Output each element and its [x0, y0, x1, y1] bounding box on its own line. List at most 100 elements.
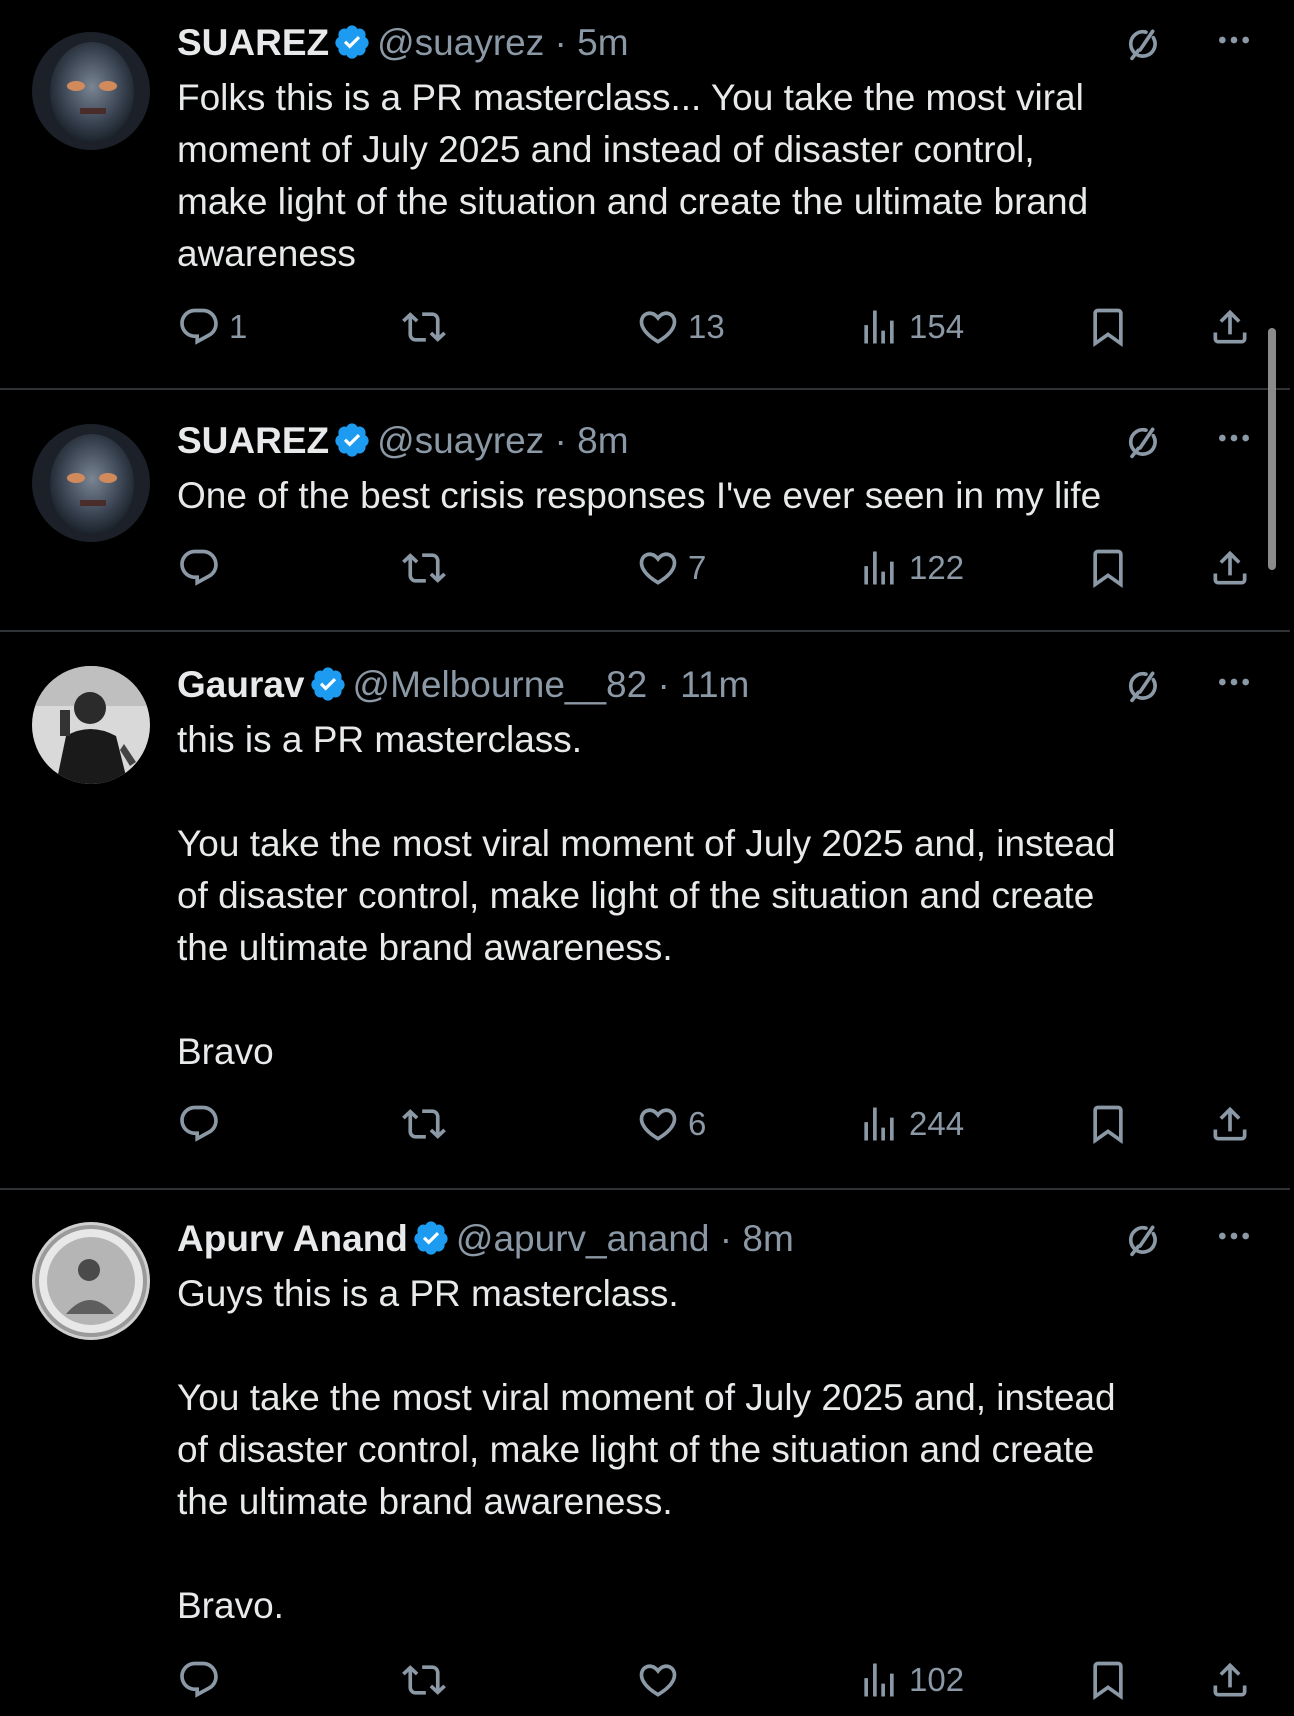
- action-bar: 6 244: [177, 1099, 1257, 1149]
- bookmark-button[interactable]: [1086, 1099, 1130, 1149]
- retweet-button[interactable]: [402, 1655, 454, 1705]
- tweet[interactable]: Apurv Anand @apurv_anand · 8m Guys this i…: [0, 1190, 1294, 1716]
- tweet-header: Apurv Anand @apurv_anand · 8m: [177, 1216, 1254, 1262]
- share-button[interactable]: [1208, 1655, 1252, 1705]
- grok-icon[interactable]: [1124, 1220, 1164, 1260]
- separator: ·: [657, 664, 670, 705]
- views-icon: [857, 1658, 901, 1702]
- avatar-apurv-anand[interactable]: [32, 1222, 150, 1340]
- tweet[interactable]: SUAREZ @suayrez · 5m Folks this is a PR m…: [0, 0, 1294, 388]
- bookmark-icon: [1086, 546, 1130, 590]
- avatar-gaurav[interactable]: [32, 666, 150, 784]
- display-name[interactable]: Apurv Anand: [177, 1218, 408, 1259]
- retweet-button[interactable]: [402, 1099, 454, 1149]
- bookmark-icon: [1086, 305, 1130, 349]
- more-icon[interactable]: [1214, 1216, 1254, 1256]
- grok-icon[interactable]: [1124, 666, 1164, 706]
- like-button[interactable]: [636, 1655, 688, 1705]
- reply-button[interactable]: [177, 1655, 229, 1705]
- views-icon: [857, 546, 901, 590]
- reply-count: 1: [229, 308, 248, 345]
- view-count: 122: [909, 549, 965, 586]
- retweet-icon: [402, 546, 446, 590]
- timestamp[interactable]: 5m: [577, 22, 628, 63]
- heart-icon: [636, 1658, 680, 1702]
- timestamp[interactable]: 8m: [577, 420, 628, 461]
- display-name[interactable]: Gaurav: [177, 664, 305, 705]
- display-name[interactable]: SUAREZ: [177, 420, 329, 461]
- reply-button[interactable]: 1: [177, 302, 247, 352]
- share-button[interactable]: [1208, 1099, 1252, 1149]
- retweet-icon: [402, 1658, 446, 1702]
- separator: ·: [554, 420, 567, 461]
- timestamp[interactable]: 11m: [680, 664, 749, 705]
- reply-button[interactable]: [177, 543, 229, 593]
- action-bar: 7 122: [177, 543, 1257, 593]
- separator: ·: [554, 22, 567, 63]
- share-icon: [1208, 1658, 1252, 1702]
- verified-badge-icon: [333, 421, 371, 459]
- share-icon: [1208, 305, 1252, 349]
- reply-button[interactable]: [177, 1099, 229, 1149]
- handle[interactable]: @suayrez: [377, 22, 544, 63]
- share-icon: [1208, 546, 1252, 590]
- reply-icon: [177, 305, 221, 349]
- views-button[interactable]: 122: [857, 543, 964, 593]
- handle[interactable]: @apurv_anand: [456, 1218, 710, 1259]
- views-button[interactable]: 154: [857, 302, 964, 352]
- timestamp[interactable]: 8m: [742, 1218, 793, 1259]
- views-icon: [857, 1102, 901, 1146]
- reply-icon: [177, 546, 221, 590]
- avatar-suarez[interactable]: [32, 424, 150, 542]
- tweet-text: Guys this is a PR masterclass. You take …: [177, 1273, 1116, 1626]
- like-button[interactable]: 7: [636, 543, 706, 593]
- handle[interactable]: @Melbourne__82: [353, 664, 648, 705]
- tweet[interactable]: SUAREZ @suayrez · 8m One of the best cris…: [0, 390, 1294, 630]
- tweet[interactable]: Gaurav @Melbourne__82 · 11m this is a PR …: [0, 632, 1294, 1188]
- more-icon[interactable]: [1214, 662, 1254, 702]
- bookmark-icon: [1086, 1102, 1130, 1146]
- tweet-header: Gaurav @Melbourne__82 · 11m: [177, 662, 1254, 708]
- views-button[interactable]: 244: [857, 1099, 964, 1149]
- heart-icon: [636, 305, 680, 349]
- tweet-header: SUAREZ @suayrez · 5m: [177, 20, 1254, 66]
- view-count: 244: [909, 1105, 965, 1142]
- bookmark-button[interactable]: [1086, 1655, 1130, 1705]
- separator: ·: [719, 1218, 733, 1259]
- retweet-button[interactable]: [402, 302, 454, 352]
- more-icon[interactable]: [1214, 418, 1254, 458]
- like-button[interactable]: 13: [636, 302, 725, 352]
- like-count: 6: [688, 1105, 707, 1142]
- share-button[interactable]: [1208, 543, 1252, 593]
- tweet-text: One of the best crisis responses I've ev…: [177, 475, 1102, 516]
- handle[interactable]: @suayrez: [377, 420, 544, 461]
- grok-icon[interactable]: [1124, 422, 1164, 462]
- grok-icon[interactable]: [1124, 24, 1164, 64]
- like-count: 13: [688, 308, 725, 345]
- share-icon: [1208, 1102, 1252, 1146]
- views-button[interactable]: 102: [857, 1655, 964, 1705]
- tweet-text: this is a PR masterclass. You take the m…: [177, 719, 1116, 1072]
- like-button[interactable]: 6: [636, 1099, 706, 1149]
- heart-icon: [636, 546, 680, 590]
- scrollbar[interactable]: [1268, 328, 1276, 570]
- bookmark-button[interactable]: [1086, 543, 1130, 593]
- avatar-suarez[interactable]: [32, 32, 150, 150]
- action-bar: 102: [177, 1655, 1257, 1705]
- share-button[interactable]: [1208, 302, 1252, 352]
- retweet-icon: [402, 305, 446, 349]
- bookmark-button[interactable]: [1086, 302, 1130, 352]
- tweet-header: SUAREZ @suayrez · 8m: [177, 418, 1254, 464]
- heart-icon: [636, 1102, 680, 1146]
- reply-icon: [177, 1102, 221, 1146]
- view-count: 154: [909, 308, 965, 345]
- reply-icon: [177, 1658, 221, 1702]
- like-count: 7: [688, 549, 707, 586]
- more-icon[interactable]: [1214, 20, 1254, 60]
- action-bar: 1 13 154: [177, 302, 1257, 352]
- display-name[interactable]: SUAREZ: [177, 22, 329, 63]
- retweet-button[interactable]: [402, 543, 454, 593]
- verified-badge-icon: [309, 665, 347, 703]
- verified-badge-icon: [333, 23, 371, 61]
- views-icon: [857, 305, 901, 349]
